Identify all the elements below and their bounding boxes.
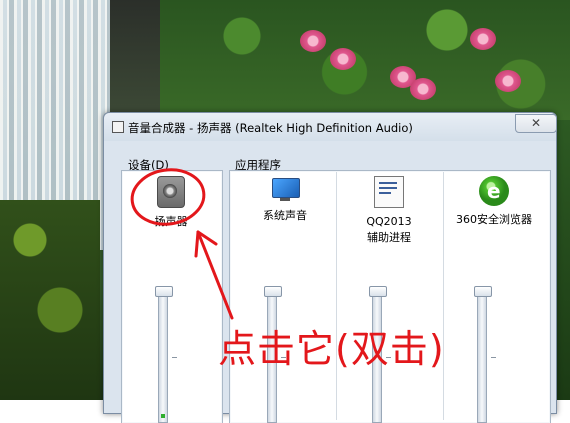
window-title: 音量合成器 - 扬声器 (Realtek High Definition Aud… bbox=[128, 121, 413, 135]
channel-speaker: 扬声器 bbox=[121, 176, 221, 230]
flower bbox=[470, 28, 496, 50]
qq-helper-icon[interactable] bbox=[374, 176, 404, 208]
flower bbox=[410, 78, 436, 100]
volume-slider-thumb[interactable] bbox=[474, 286, 492, 297]
channel-system-sounds: 系统声音 bbox=[235, 176, 335, 224]
volume-slider-360-browser[interactable] bbox=[474, 286, 496, 423]
mixer-app-icon bbox=[112, 121, 124, 133]
volume-slider-speaker[interactable] bbox=[155, 286, 177, 423]
browser-360-icon[interactable] bbox=[479, 176, 509, 206]
channel-360-browser: 360安全浏览器 bbox=[444, 176, 544, 228]
volume-mixer-window: 音量合成器 - 扬声器 (Realtek High Definition Aud… bbox=[103, 112, 557, 423]
speaker-icon[interactable] bbox=[157, 176, 185, 208]
system-sounds-icon[interactable] bbox=[270, 176, 300, 202]
volume-slider-system-sounds[interactable] bbox=[264, 286, 286, 423]
volume-slider-thumb[interactable] bbox=[369, 286, 387, 297]
volume-slider-qq-helper[interactable] bbox=[369, 286, 391, 423]
flower bbox=[495, 70, 521, 92]
close-button[interactable]: ✕ bbox=[515, 114, 557, 133]
mixer-content: 设备(D) 应用程序 扬声器 系统声音 QQ2013 辅助进程 e 360安全浏… bbox=[112, 141, 551, 423]
channel-label-360-browser: 360安全浏览器 bbox=[456, 213, 532, 226]
channel-label-speaker: 扬声器 bbox=[154, 215, 188, 228]
moss-image bbox=[0, 200, 100, 400]
channel-qq-helper: QQ2013 辅助进程 bbox=[339, 176, 439, 246]
title-bar[interactable]: 音量合成器 - 扬声器 (Realtek High Definition Aud… bbox=[104, 113, 557, 141]
flower bbox=[300, 30, 326, 52]
channel-label-system-sounds: 系统声音 bbox=[263, 209, 307, 222]
flower bbox=[330, 48, 356, 70]
channel-divider bbox=[336, 172, 337, 420]
close-icon: ✕ bbox=[530, 116, 542, 130]
foliage-image bbox=[160, 0, 570, 120]
channel-label-qq-helper: QQ2013 辅助进程 bbox=[366, 215, 412, 244]
volume-slider-thumb[interactable] bbox=[264, 286, 282, 297]
peak-meter bbox=[161, 414, 165, 418]
volume-slider-thumb[interactable] bbox=[155, 286, 173, 297]
